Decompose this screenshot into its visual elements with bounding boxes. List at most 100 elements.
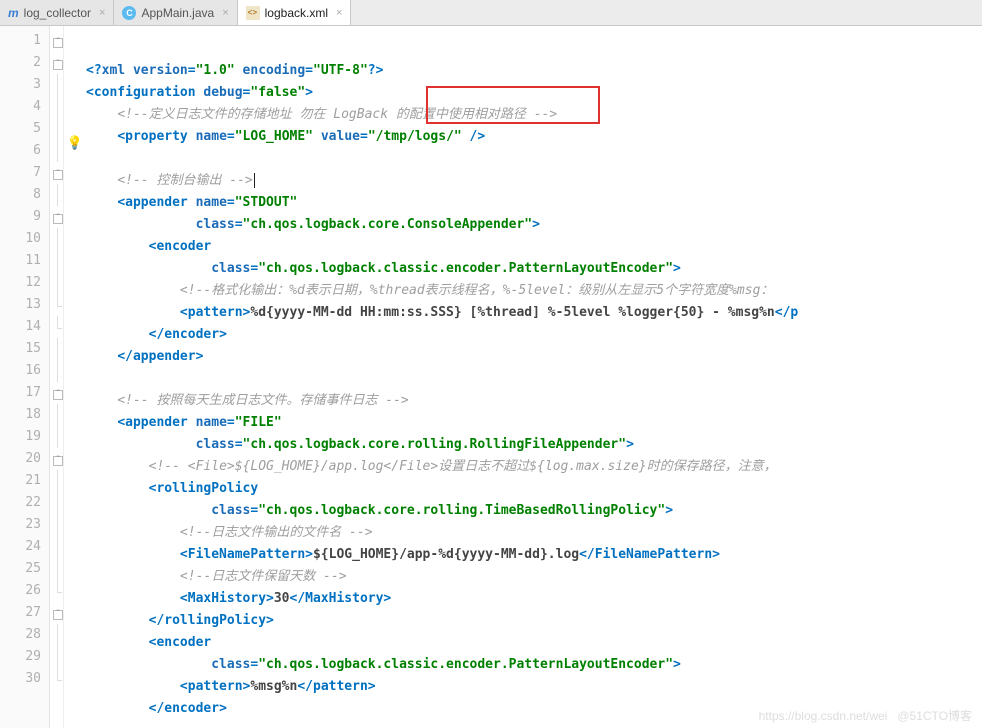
code-area[interactable]: <?xml version="1.0" encoding="UTF-8"?><c… [86,26,982,728]
java-icon: C [122,6,136,20]
line-number: 25 [0,558,41,580]
tab-label: log_collector [24,6,91,20]
line-number: 20 [0,448,41,470]
fold-marker [50,360,63,382]
fold-marker [50,580,63,602]
code-line[interactable]: <!--日志文件保留天数 --> [86,566,982,588]
code-line[interactable]: <pattern>%msg%n</pattern> [86,676,982,698]
fold-marker [50,140,63,162]
highlight-box [426,86,600,124]
fold-marker [50,118,63,140]
fold-marker[interactable] [50,206,63,228]
line-number-gutter: 1234567891011121314151617181920212223242… [0,26,50,728]
fold-marker [50,228,63,250]
fold-marker [50,536,63,558]
code-line[interactable]: class="ch.qos.logback.classic.encoder.Pa… [86,258,982,280]
intention-bulb-column: 💡 [64,26,86,728]
code-line[interactable]: </rollingPolicy> [86,610,982,632]
line-number: 30 [0,668,41,690]
line-number: 3 [0,74,41,96]
line-number: 29 [0,646,41,668]
line-number: 27 [0,602,41,624]
code-line[interactable]: class="ch.qos.logback.core.rolling.Rolli… [86,434,982,456]
fold-marker [50,404,63,426]
close-icon[interactable]: × [336,7,342,19]
fold-marker [50,624,63,646]
line-number: 28 [0,624,41,646]
line-number: 8 [0,184,41,206]
fold-marker[interactable] [50,52,63,74]
fold-marker [50,338,63,360]
code-line[interactable]: <!-- 按照每天生成日志文件。存储事件日志 --> [86,390,982,412]
fold-marker[interactable] [50,448,63,470]
code-line[interactable] [86,148,982,170]
line-number: 16 [0,360,41,382]
code-line[interactable]: <rollingPolicy [86,478,982,500]
line-number: 12 [0,272,41,294]
code-line[interactable] [86,368,982,390]
code-line[interactable]: <!-- <File>${LOG_HOME}/app.log</File>设置日… [86,456,982,478]
intention-bulb-icon[interactable]: 💡 [64,136,86,151]
code-line[interactable]: </encoder> [86,698,982,720]
code-line[interactable]: <encoder [86,236,982,258]
fold-marker [50,96,63,118]
tab-bar: mlog_collector×CAppMain.java×logback.xml… [0,0,982,26]
fold-marker [50,426,63,448]
code-line[interactable]: <FileNamePattern>${LOG_HOME}/app-%d{yyyy… [86,544,982,566]
line-number: 19 [0,426,41,448]
code-line[interactable]: <encoder [86,632,982,654]
line-number: 11 [0,250,41,272]
line-number: 24 [0,536,41,558]
line-number: 23 [0,514,41,536]
code-line[interactable]: <pattern>%d{yyyy-MM-dd HH:mm:ss.SSS} [%t… [86,302,982,324]
close-icon[interactable]: × [222,7,228,19]
line-number: 2 [0,52,41,74]
xml-icon [246,6,260,20]
code-line[interactable]: class="ch.qos.logback.core.rolling.TimeB… [86,500,982,522]
fold-marker [50,646,63,668]
code-line[interactable]: <?xml version="1.0" encoding="UTF-8"?> [86,60,982,82]
code-line[interactable]: <appender name="STDOUT" [86,192,982,214]
code-line[interactable]: </appender> [86,346,982,368]
tab-log_collector[interactable]: m log_collector × [0,0,114,25]
module-icon: m [8,6,19,20]
line-number: 26 [0,580,41,602]
fold-marker[interactable] [50,382,63,404]
line-number: 15 [0,338,41,360]
line-number: 7 [0,162,41,184]
tab-logback-xml[interactable]: logback.xml× [238,0,352,25]
code-line[interactable]: <!--日志文件输出的文件名 --> [86,522,982,544]
line-number: 17 [0,382,41,404]
line-number: 10 [0,228,41,250]
code-line[interactable]: class="ch.qos.logback.classic.encoder.Pa… [86,654,982,676]
editor: 1234567891011121314151617181920212223242… [0,26,982,728]
line-number: 14 [0,316,41,338]
code-line[interactable]: <property name="LOG_HOME" value="/tmp/lo… [86,126,982,148]
fold-marker [50,74,63,96]
code-line[interactable]: <!--格式化输出：%d表示日期，%thread表示线程名，%-5level：级… [86,280,982,302]
line-number: 18 [0,404,41,426]
line-number: 9 [0,206,41,228]
line-number: 13 [0,294,41,316]
fold-column [50,26,64,728]
fold-marker [50,492,63,514]
line-number: 1 [0,30,41,52]
tab-label: AppMain.java [141,6,214,20]
fold-marker [50,514,63,536]
fold-marker[interactable] [50,30,63,52]
line-number: 4 [0,96,41,118]
fold-marker [50,316,63,338]
code-line[interactable]: </encoder> [86,324,982,346]
fold-marker [50,184,63,206]
code-line[interactable]: <!-- 控制台输出 --> [86,170,982,192]
code-line[interactable]: class="ch.qos.logback.core.ConsoleAppend… [86,214,982,236]
close-icon[interactable]: × [99,7,105,19]
code-line[interactable]: <appender name="FILE" [86,412,982,434]
code-line[interactable]: <MaxHistory>30</MaxHistory> [86,588,982,610]
fold-marker [50,272,63,294]
fold-marker[interactable] [50,162,63,184]
fold-marker [50,558,63,580]
fold-marker[interactable] [50,602,63,624]
tab-appmain-java[interactable]: C AppMain.java × [114,0,237,25]
line-number: 21 [0,470,41,492]
